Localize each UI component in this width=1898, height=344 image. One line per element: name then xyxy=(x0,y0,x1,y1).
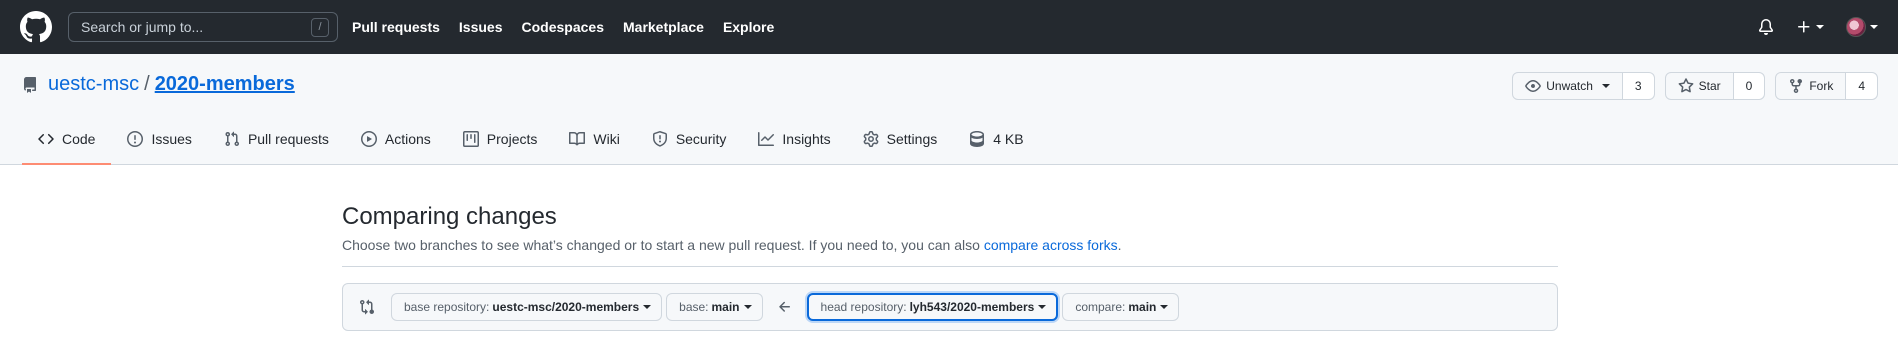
tab-label: Actions xyxy=(384,131,431,147)
head-repository-select[interactable]: head repository: lyh543/2020-members xyxy=(806,293,1059,321)
compare-range-bar: base repository: uestc-msc/2020-members … xyxy=(342,283,1558,331)
caret-down-icon xyxy=(643,305,652,309)
page-title: Comparing changes xyxy=(342,203,557,230)
repo-icon xyxy=(23,76,36,93)
project-icon xyxy=(462,131,479,147)
base-branch-select[interactable]: base: main xyxy=(666,293,763,321)
head-repository-value: lyh543/2020-members xyxy=(909,300,1035,314)
graph-icon xyxy=(758,132,775,146)
unwatch-button[interactable]: Unwatch xyxy=(1513,73,1622,99)
description-suffix: . xyxy=(1117,237,1122,253)
global-header: Search or jump to... / Pull requests Iss… xyxy=(0,0,1898,54)
repo-name-link[interactable]: 2020-members xyxy=(155,73,295,96)
gear-icon xyxy=(863,131,879,147)
repo-path-separator: / xyxy=(144,73,150,95)
plus-icon xyxy=(1798,21,1810,33)
tab-label: Issues xyxy=(151,131,192,147)
tab-label: Projects xyxy=(486,131,538,147)
nav-pull-requests[interactable]: Pull requests xyxy=(352,19,440,35)
base-repository-value: uestc-msc/2020-members xyxy=(492,300,640,314)
tab-issues[interactable]: Issues xyxy=(111,115,207,165)
nav-codespaces[interactable]: Codespaces xyxy=(522,19,604,35)
nav-marketplace[interactable]: Marketplace xyxy=(623,19,704,35)
avatar xyxy=(1846,17,1866,37)
tab-code[interactable]: Code xyxy=(22,115,112,165)
tab-insights[interactable]: Insights xyxy=(742,115,846,165)
caret-down-icon xyxy=(743,305,752,309)
tab-settings[interactable]: Settings xyxy=(847,115,954,165)
repo-header: uestc-msc / 2020-members Unwatch 3 Star … xyxy=(0,54,1898,165)
compare-branch-value: main xyxy=(1128,300,1157,314)
description-text: Choose two branches to see what’s change… xyxy=(342,237,980,253)
compare-across-forks-link[interactable]: compare across forks xyxy=(984,237,1118,253)
eye-icon xyxy=(1525,80,1542,92)
issue-icon xyxy=(127,131,144,147)
fork-button-group: Fork 4 xyxy=(1775,72,1878,100)
unwatch-label: Unwatch xyxy=(1546,79,1593,93)
arrow-left-icon xyxy=(777,299,793,315)
repo-tabs: Code Issues Pull requests Actions Projec… xyxy=(22,115,1040,165)
code-icon xyxy=(38,133,54,145)
caret-down-icon xyxy=(1601,84,1610,88)
caret-down-icon xyxy=(1038,305,1047,309)
nav-issues[interactable]: Issues xyxy=(459,19,503,35)
star-button-group: Star 0 xyxy=(1664,72,1766,100)
star-button[interactable]: Star xyxy=(1666,73,1733,99)
fork-label: Fork xyxy=(1809,79,1834,93)
search-shortcut-key: / xyxy=(311,17,329,37)
tab-label: Insights xyxy=(782,131,831,147)
fork-button[interactable]: Fork xyxy=(1776,73,1845,99)
compare-branch-label: compare: xyxy=(1075,300,1126,314)
nav-explore[interactable]: Explore xyxy=(723,19,774,35)
watch-count[interactable]: 3 xyxy=(1621,73,1654,99)
github-logo-icon[interactable] xyxy=(20,11,52,43)
repo-title: uestc-msc / 2020-members xyxy=(22,73,295,96)
tab-label: Security xyxy=(675,131,727,147)
star-icon xyxy=(1678,78,1694,93)
search-placeholder: Search or jump to... xyxy=(81,19,204,35)
tab-projects[interactable]: Projects xyxy=(447,115,554,165)
fork-count[interactable]: 4 xyxy=(1845,73,1877,99)
base-repository-select[interactable]: base repository: uestc-msc/2020-members xyxy=(391,293,663,321)
tab-repo-size[interactable]: 4 KB xyxy=(953,115,1039,165)
star-label: Star xyxy=(1698,79,1721,93)
base-branch-value: main xyxy=(711,300,740,314)
bell-icon[interactable] xyxy=(1758,19,1774,35)
caret-down-icon xyxy=(1870,25,1878,29)
pull-request-icon xyxy=(225,131,239,147)
database-icon xyxy=(970,131,985,147)
tab-label: Pull requests xyxy=(247,131,329,147)
tab-label: Wiki xyxy=(593,131,620,147)
watch-button-group: Unwatch 3 xyxy=(1512,72,1655,100)
base-branch-label: base: xyxy=(679,300,709,314)
play-icon xyxy=(360,131,377,147)
global-nav: Pull requests Issues Codespaces Marketpl… xyxy=(352,19,774,35)
tab-pull-requests[interactable]: Pull requests xyxy=(208,115,345,165)
create-new-dropdown[interactable] xyxy=(1796,19,1824,35)
base-repository-label: base repository: xyxy=(404,300,490,314)
caret-down-icon xyxy=(1160,305,1169,309)
shield-icon xyxy=(652,131,667,147)
star-count[interactable]: 0 xyxy=(1732,73,1765,99)
compare-section: Comparing changes Choose two branches to… xyxy=(342,203,1558,331)
compare-description: Choose two branches to see what’s change… xyxy=(342,237,1558,267)
tab-label: Code xyxy=(62,131,96,147)
tab-label: 4 KB xyxy=(993,131,1024,147)
caret-down-icon xyxy=(1816,25,1824,29)
book-icon xyxy=(569,131,586,146)
tab-wiki[interactable]: Wiki xyxy=(553,115,635,165)
fork-icon xyxy=(1790,79,1803,94)
tab-label: Settings xyxy=(886,131,938,147)
tab-actions[interactable]: Actions xyxy=(345,115,447,165)
repo-owner-link[interactable]: uestc-msc xyxy=(48,73,139,96)
repo-actions: Unwatch 3 Star 0 Fork 4 xyxy=(1512,72,1878,100)
header-actions xyxy=(1758,17,1878,37)
compare-branch-select[interactable]: compare: main xyxy=(1062,293,1180,321)
search-input[interactable]: Search or jump to... / xyxy=(68,12,338,42)
user-menu[interactable] xyxy=(1846,17,1878,37)
git-compare-icon xyxy=(359,299,375,315)
head-repository-label: head repository: xyxy=(820,300,907,314)
tab-security[interactable]: Security xyxy=(636,115,743,165)
